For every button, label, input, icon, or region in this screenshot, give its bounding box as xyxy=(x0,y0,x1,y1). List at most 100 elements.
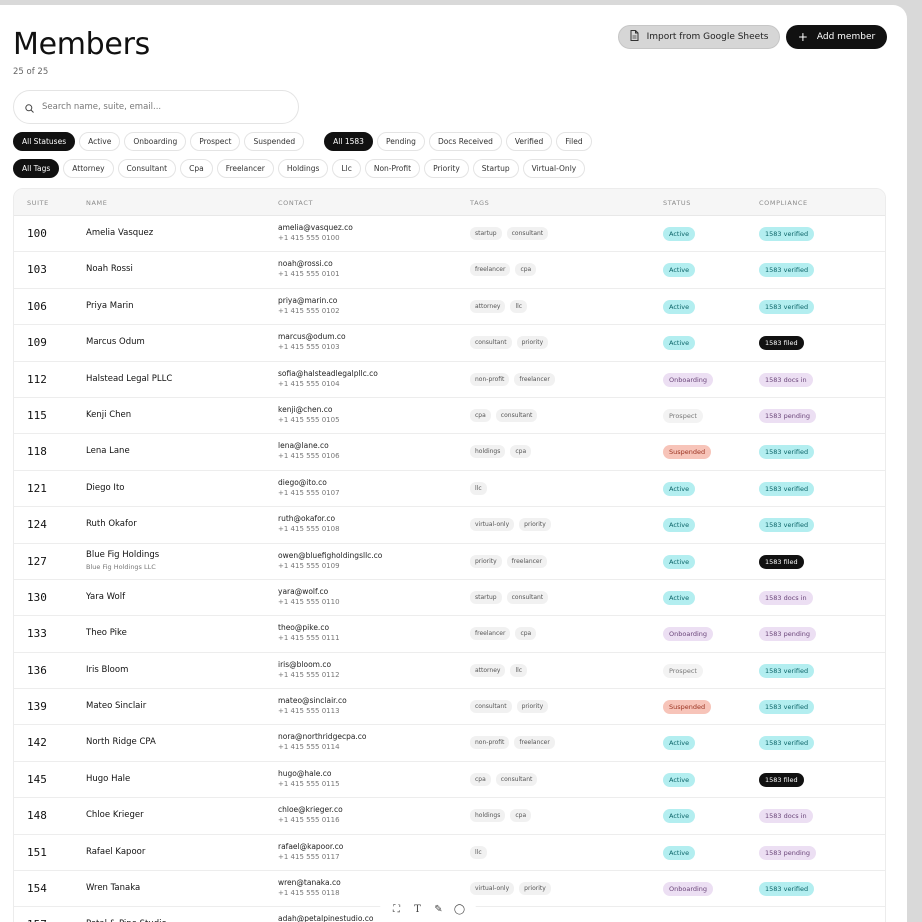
import-google-sheets-button[interactable]: Import from Google Sheets xyxy=(618,25,780,49)
col-name[interactable]: NAME xyxy=(86,199,107,207)
table-row[interactable]: 142 North Ridge CPA nora@northridgecpa.co +… xyxy=(14,725,885,762)
tag: holdings xyxy=(470,809,506,823)
member-name[interactable]: Blue Fig Holdings xyxy=(86,550,159,560)
tag-filter-virtual-only[interactable]: Virtual-Only xyxy=(522,159,586,178)
contact-email[interactable]: rafael@kapoor.co xyxy=(278,842,343,851)
tag-list: attorney llc xyxy=(470,299,528,313)
table-row[interactable]: 124 Ruth Okafor ruth@okafor.co +1 415 555 0… xyxy=(14,507,885,544)
suite-number: 127 xyxy=(27,554,47,568)
contact-email[interactable]: chloe@krieger.co xyxy=(278,805,343,814)
status-filter-all-statuses[interactable]: All Statuses xyxy=(13,132,76,151)
contact-email[interactable]: noah@rossi.co xyxy=(278,259,333,268)
contact-phone: +1 415 555 0104 xyxy=(278,379,340,388)
member-name[interactable]: Wren Tanaka xyxy=(86,883,140,893)
member-name[interactable]: Iris Bloom xyxy=(86,665,128,675)
member-name[interactable]: Halstead Legal PLLC xyxy=(86,374,172,384)
member-name[interactable]: Chloe Krieger xyxy=(86,810,144,820)
table-row[interactable]: 109 Marcus Odum marcus@odum.co +1 415 555 0… xyxy=(14,325,885,362)
contact-email[interactable]: wren@tanaka.co xyxy=(278,878,341,887)
member-name[interactable]: Mateo Sinclair xyxy=(86,701,146,711)
member-name[interactable]: Hugo Hale xyxy=(86,774,130,784)
member-name[interactable]: Marcus Odum xyxy=(86,337,145,347)
member-name[interactable]: Yara Wolf xyxy=(86,592,125,602)
table-row[interactable]: 130 Yara Wolf yara@wolf.co +1 415 555 0110 s… xyxy=(14,580,885,617)
table-row[interactable]: 133 Theo Pike theo@pike.co +1 415 555 0111 f… xyxy=(14,616,885,653)
contact-email[interactable]: sofia@halsteadlegalpllc.co xyxy=(278,369,378,378)
comment-icon[interactable]: ◯ xyxy=(453,904,467,915)
tag-filter-llc[interactable]: Llc xyxy=(332,159,361,178)
status-filter-suspended[interactable]: Suspended xyxy=(244,132,305,151)
tag-filter-freelancer[interactable]: Freelancer xyxy=(216,159,274,178)
contact-email[interactable]: hugo@hale.co xyxy=(278,769,332,778)
select-icon[interactable]: ⛶ xyxy=(390,904,404,915)
tag-filter-priority[interactable]: Priority xyxy=(424,159,469,178)
contact-phone: +1 415 555 0118 xyxy=(278,889,340,898)
col-tags[interactable]: TAGS xyxy=(470,199,489,207)
member-name[interactable]: Ruth Okafor xyxy=(86,519,137,529)
status-filter-onboarding[interactable]: Onboarding xyxy=(124,132,187,151)
contact-email[interactable]: owen@bluefigholdingsllc.co xyxy=(278,551,382,560)
member-name[interactable]: Lena Lane xyxy=(86,446,130,456)
compliance-filter-verified[interactable]: Verified xyxy=(505,132,553,151)
add-member-button[interactable]: + Add member xyxy=(786,25,887,49)
tag-list: freelancer cpa xyxy=(470,263,537,277)
table-row[interactable]: 100 Amelia Vasquez amelia@vasquez.co +1 415… xyxy=(14,216,885,253)
tag-filter-startup[interactable]: Startup xyxy=(472,159,519,178)
member-name[interactable]: Theo Pike xyxy=(86,628,127,638)
contact-email[interactable]: theo@pike.co xyxy=(278,623,329,632)
tag-filter-holdings[interactable]: Holdings xyxy=(277,159,329,178)
status-filter-prospect[interactable]: Prospect xyxy=(190,132,241,151)
contact-email[interactable]: amelia@vasquez.co xyxy=(278,223,353,232)
col-status[interactable]: STATUS xyxy=(663,199,691,207)
search-box[interactable] xyxy=(13,90,299,124)
col-contact[interactable]: CONTACT xyxy=(278,199,313,207)
tag-filter-cpa[interactable]: Cpa xyxy=(180,159,213,178)
status-filter-active[interactable]: Active xyxy=(79,132,121,151)
compliance-filter-docs-received[interactable]: Docs Received xyxy=(428,132,502,151)
tag: freelancer xyxy=(470,263,511,277)
member-name[interactable]: Priya Marin xyxy=(86,301,134,311)
table-row[interactable]: 106 Priya Marin priya@marin.co +1 415 555 0… xyxy=(14,289,885,326)
table-row[interactable]: 115 Kenji Chen kenji@chen.co +1 415 555 010… xyxy=(14,398,885,435)
compliance-filter-pending[interactable]: Pending xyxy=(376,132,425,151)
table-row[interactable]: 151 Rafael Kapoor rafael@kapoor.co +1 415 5… xyxy=(14,835,885,872)
table-row[interactable]: 145 Hugo Hale hugo@hale.co +1 415 555 0115 c… xyxy=(14,762,885,799)
tag-filter-attorney[interactable]: Attorney xyxy=(63,159,114,178)
contact-email[interactable]: diego@ito.co xyxy=(278,478,327,487)
table-row[interactable]: 118 Lena Lane lena@lane.co +1 415 555 0106 h… xyxy=(14,434,885,471)
contact-email[interactable]: nora@northridgecpa.co xyxy=(278,732,367,741)
pen-icon[interactable]: ✎ xyxy=(432,904,446,915)
table-row[interactable]: 148 Chloe Krieger chloe@krieger.co +1 415 5… xyxy=(14,798,885,835)
table-row[interactable]: 136 Iris Bloom iris@bloom.co +1 415 555 011… xyxy=(14,653,885,690)
search-input[interactable] xyxy=(42,102,272,112)
status-badge: Active xyxy=(663,336,696,351)
contact-email[interactable]: mateo@sinclair.co xyxy=(278,696,347,705)
tag-filter-non-profit[interactable]: Non-Profit xyxy=(364,159,421,178)
compliance-filter-all-1583[interactable]: All 1583 xyxy=(324,132,373,151)
table-row[interactable]: 121 Diego Ito diego@ito.co +1 415 555 0107 l… xyxy=(14,471,885,508)
contact-email[interactable]: marcus@odum.co xyxy=(278,332,346,341)
contact-email[interactable]: priya@marin.co xyxy=(278,296,337,305)
member-name[interactable]: Diego Ito xyxy=(86,483,124,493)
tag-filter-all-tags[interactable]: All Tags xyxy=(13,159,60,178)
col-suite[interactable]: SUITE xyxy=(27,199,49,207)
table-row[interactable]: 112 Halstead Legal PLLC sofia@halsteadlega… xyxy=(14,362,885,398)
contact-email[interactable]: ruth@okafor.co xyxy=(278,514,335,523)
text-icon[interactable]: T xyxy=(411,904,425,915)
contact-email[interactable]: iris@bloom.co xyxy=(278,660,331,669)
table-row[interactable]: 139 Mateo Sinclair mateo@sinclair.co +1 415… xyxy=(14,689,885,726)
table-row[interactable]: 103 Noah Rossi noah@rossi.co +1 415 555 010… xyxy=(14,252,885,289)
tag-filter-consultant[interactable]: Consultant xyxy=(117,159,177,178)
member-name[interactable]: North Ridge CPA xyxy=(86,737,156,747)
contact-email[interactable]: lena@lane.co xyxy=(278,441,329,450)
member-name[interactable]: Noah Rossi xyxy=(86,264,133,274)
table-row[interactable]: 127 Blue Fig Holdings Blue Fig Holdings LL… xyxy=(14,544,885,580)
contact-email[interactable]: kenji@chen.co xyxy=(278,405,332,414)
member-name[interactable]: Kenji Chen xyxy=(86,410,131,420)
contact-email[interactable]: adah@petalpinestudio.co xyxy=(278,914,373,922)
contact-email[interactable]: yara@wolf.co xyxy=(278,587,328,596)
col-compliance[interactable]: COMPLIANCE xyxy=(759,199,808,207)
member-name[interactable]: Amelia Vasquez xyxy=(86,228,153,238)
compliance-filter-filed[interactable]: Filed xyxy=(556,132,592,151)
member-name[interactable]: Rafael Kapoor xyxy=(86,847,145,857)
